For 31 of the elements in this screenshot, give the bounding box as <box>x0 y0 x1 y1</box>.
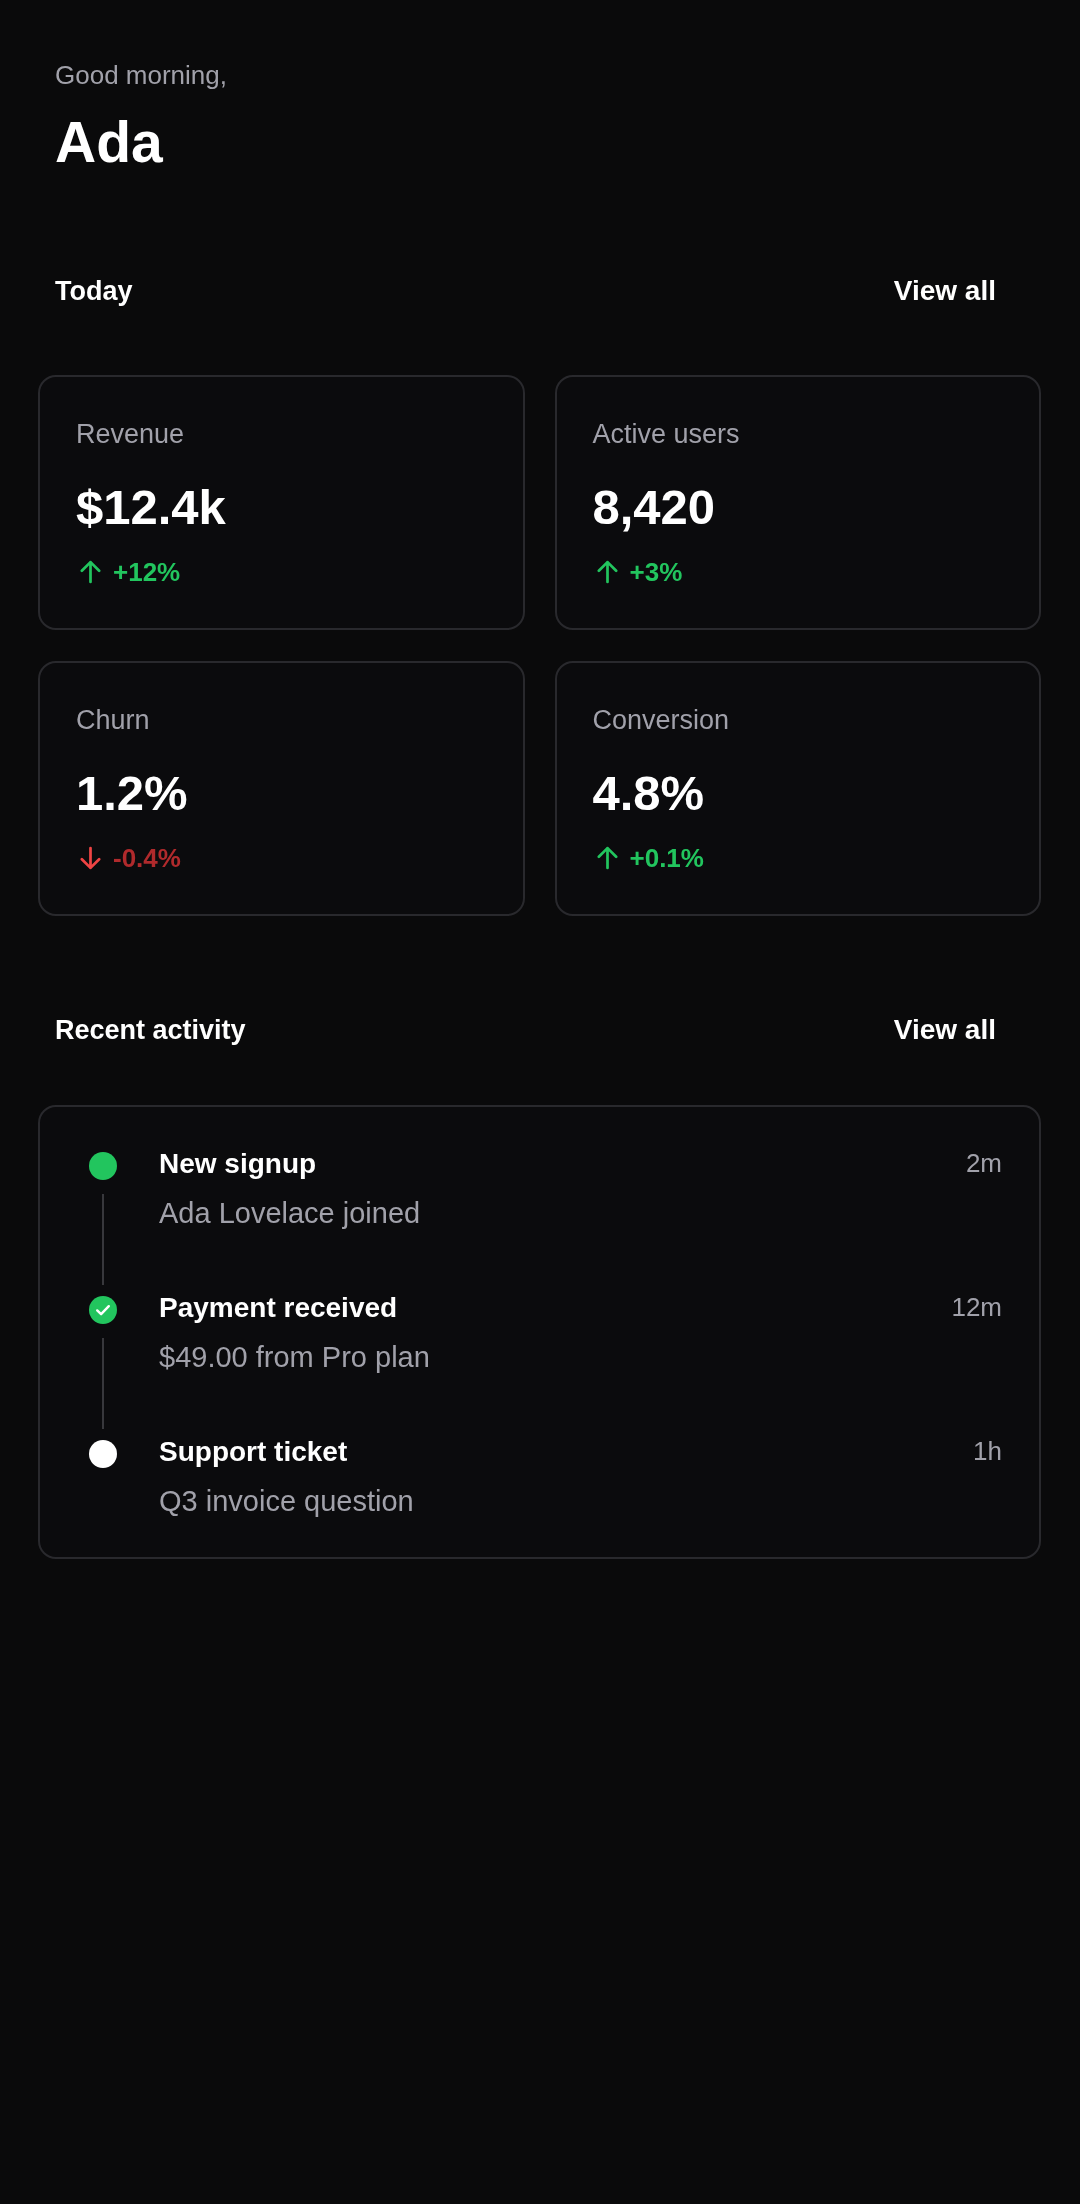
arrow-up-icon <box>80 560 101 584</box>
metric-value: 8,420 <box>592 479 716 536</box>
activity-time: 2m <box>965 1147 1002 1180</box>
activity-detail: Ada Lovelace joined <box>159 1196 421 1231</box>
metric-change: +12% <box>113 556 181 589</box>
arrow-up-icon <box>596 846 618 870</box>
activity-title: New signup <box>159 1147 317 1181</box>
section-title: Today <box>55 275 133 308</box>
metric-label: Active users <box>592 418 740 451</box>
activity-detail: $49.00 from Pro plan <box>159 1340 430 1375</box>
greeting-text: Good morning, <box>55 59 227 92</box>
metric-label: Conversion <box>592 704 730 737</box>
arrow-down-icon <box>80 846 101 870</box>
metric-value: $12.4k <box>76 479 226 536</box>
activity-title: Payment received <box>159 1291 398 1325</box>
view-all-link[interactable]: View all <box>893 271 996 311</box>
activity-title: Support ticket <box>159 1435 348 1469</box>
activity-detail: Q3 invoice question <box>159 1484 414 1519</box>
activity-time: 12m <box>951 1291 1002 1324</box>
activity-time: 1h <box>973 1435 1002 1468</box>
metric-change: +0.1% <box>629 842 704 875</box>
user-name: Ada <box>55 109 163 176</box>
metric-change: -0.4% <box>113 842 181 875</box>
arrow-up-icon <box>596 560 618 584</box>
view-all-link[interactable]: View all <box>893 1010 996 1050</box>
metric-label: Revenue <box>76 418 185 451</box>
metric-value: 4.8% <box>592 765 705 822</box>
section-title: Recent activity <box>55 1014 246 1047</box>
metric-label: Churn <box>76 704 150 737</box>
metric-change: +3% <box>629 556 683 589</box>
metric-value: 1.2% <box>76 765 188 822</box>
